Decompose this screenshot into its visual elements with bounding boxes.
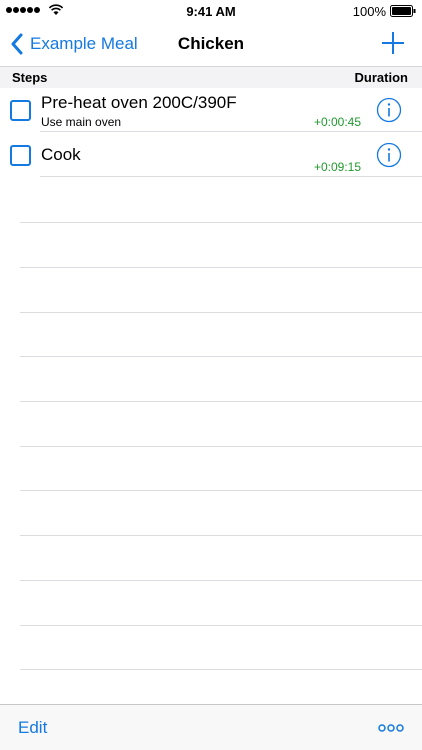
empty-row-divider <box>20 267 422 268</box>
status-bar: 9:41 AM 100% <box>0 0 422 22</box>
empty-row-divider <box>20 625 422 626</box>
step-duration: +0:09:15 <box>313 160 361 174</box>
steps-column-label: Steps <box>12 70 48 85</box>
back-button[interactable]: Example Meal <box>10 30 138 58</box>
navigation-bar: Example Meal Chicken <box>0 22 422 66</box>
empty-row-divider <box>20 222 422 223</box>
empty-row-divider <box>20 535 422 536</box>
step-info-button[interactable] <box>376 97 402 123</box>
page-title: Chicken <box>177 34 245 53</box>
back-button-label: Example Meal <box>30 34 138 53</box>
step-row[interactable]: Cook +0:09:15 <box>0 133 422 177</box>
step-duration: +0:00:45 <box>313 115 361 129</box>
battery-percentage: 100% <box>352 4 386 19</box>
steps-table: Pre-heat oven 200C/390F Use main oven +0… <box>0 88 422 704</box>
empty-row-divider <box>20 669 422 670</box>
step-checkbox[interactable] <box>10 145 31 166</box>
ellipsis-icon <box>378 724 404 732</box>
step-note: Use main oven <box>41 115 122 129</box>
add-step-button[interactable] <box>380 30 406 56</box>
edit-button[interactable]: Edit <box>18 718 47 738</box>
info-circle-icon <box>376 97 402 123</box>
empty-row-divider <box>20 312 422 313</box>
step-title: Cook <box>41 145 81 164</box>
bottom-toolbar: Edit <box>0 704 422 750</box>
duration-column-label: Duration <box>354 70 408 85</box>
plus-icon <box>382 32 404 54</box>
empty-row-divider <box>20 446 422 447</box>
row-divider <box>40 131 422 132</box>
empty-row-divider <box>20 490 422 491</box>
step-title: Pre-heat oven 200C/390F <box>41 93 237 112</box>
column-header: Steps Duration <box>0 66 422 88</box>
row-divider <box>40 176 422 177</box>
app-screen: 9:41 AM 100% Example Meal Chicken Steps … <box>0 0 422 750</box>
step-checkbox[interactable] <box>10 100 31 121</box>
empty-row-divider <box>20 356 422 357</box>
info-circle-icon <box>376 142 402 168</box>
chevron-left-icon <box>11 33 23 55</box>
empty-row-divider <box>20 580 422 581</box>
battery-icon <box>390 5 416 17</box>
more-options-button[interactable] <box>378 722 404 734</box>
step-info-button[interactable] <box>376 142 402 168</box>
empty-row-divider <box>20 401 422 402</box>
step-row[interactable]: Pre-heat oven 200C/390F Use main oven +0… <box>0 88 422 132</box>
